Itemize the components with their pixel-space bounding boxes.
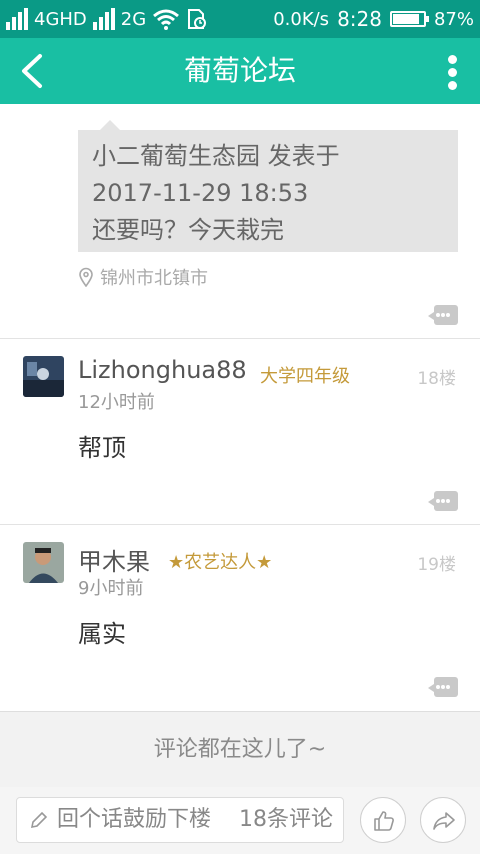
quoted-post: 小二葡萄生态园 发表于 2017-11-29 18:53 还要吗？今天栽完 [78,120,458,252]
wifi-icon [153,9,180,30]
divider [0,524,480,525]
reply-text: 帮顶 [78,434,126,462]
like-button[interactable] [360,797,406,843]
clock: 8:28 [337,7,382,31]
sim-clock-icon [188,9,207,29]
top-app-bar: 葡萄论坛 [0,38,480,104]
page-title: 葡萄论坛 [183,54,296,87]
avatar[interactable] [23,356,64,397]
reply-input[interactable]: 回个话鼓励下楼 18条评论 [16,797,344,843]
reply-time: 12小时前 [78,392,155,413]
user-level-badge: 大学四年级 [260,366,350,387]
comment-button[interactable] [428,491,458,511]
end-of-comments-banner: 评论都在这儿了~ [0,711,480,788]
divider [0,338,480,339]
thumbs-up-icon [374,811,394,831]
avatar[interactable] [23,542,64,583]
username[interactable]: Lizhonghua88 [78,356,247,384]
username[interactable]: 甲木果 [78,542,150,577]
reply-item: Lizhonghua88 大学四年级 18楼 12小时前 帮顶 [0,356,480,516]
signal-icon-2 [92,8,115,30]
more-options-button[interactable] [444,52,460,92]
end-of-comments-text: 评论都在这儿了~ [153,737,327,762]
network-type-1: 4GHD [34,8,87,30]
floor-number: 19楼 [417,555,456,575]
reply-text: 属实 [78,620,126,648]
location-pin-icon [79,267,93,287]
comment-button[interactable] [428,677,458,697]
location: 锦州市北镇市 [78,264,208,290]
comment-count[interactable]: 18条评论 [239,798,333,842]
pencil-icon [30,811,48,829]
reply-input-placeholder: 回个话鼓励下楼 [57,807,212,832]
share-button[interactable] [420,797,466,843]
user-level-badge: ★农艺达人★ [168,552,273,573]
quote-date: 2017-11-29 18:53 [92,179,309,207]
status-bar: 4GHD 2G 0.0K/s 8:28 87% [0,0,480,38]
share-icon [433,812,455,830]
reply-time: 9小时前 [78,578,144,599]
bottom-action-bar: 回个话鼓励下楼 18条评论 [0,787,480,854]
more-vert-icon [447,55,457,64]
quote-author-line: 小二葡萄生态园 发表于 [92,142,340,170]
signal-icon [6,8,28,30]
network-speed: 0.0K/s [273,8,330,30]
comment-button[interactable] [428,305,458,325]
battery-percent: 87% [433,8,474,30]
quote-text: 还要吗？今天栽完 [92,216,284,244]
reply-item: 甲木果 ★农艺达人★ 19楼 9小时前 属实 [0,542,480,702]
battery-icon [389,11,429,27]
floor-number: 18楼 [417,369,456,389]
network-type-2: 2G [120,8,147,30]
location-text: 锦州市北镇市 [100,268,208,289]
